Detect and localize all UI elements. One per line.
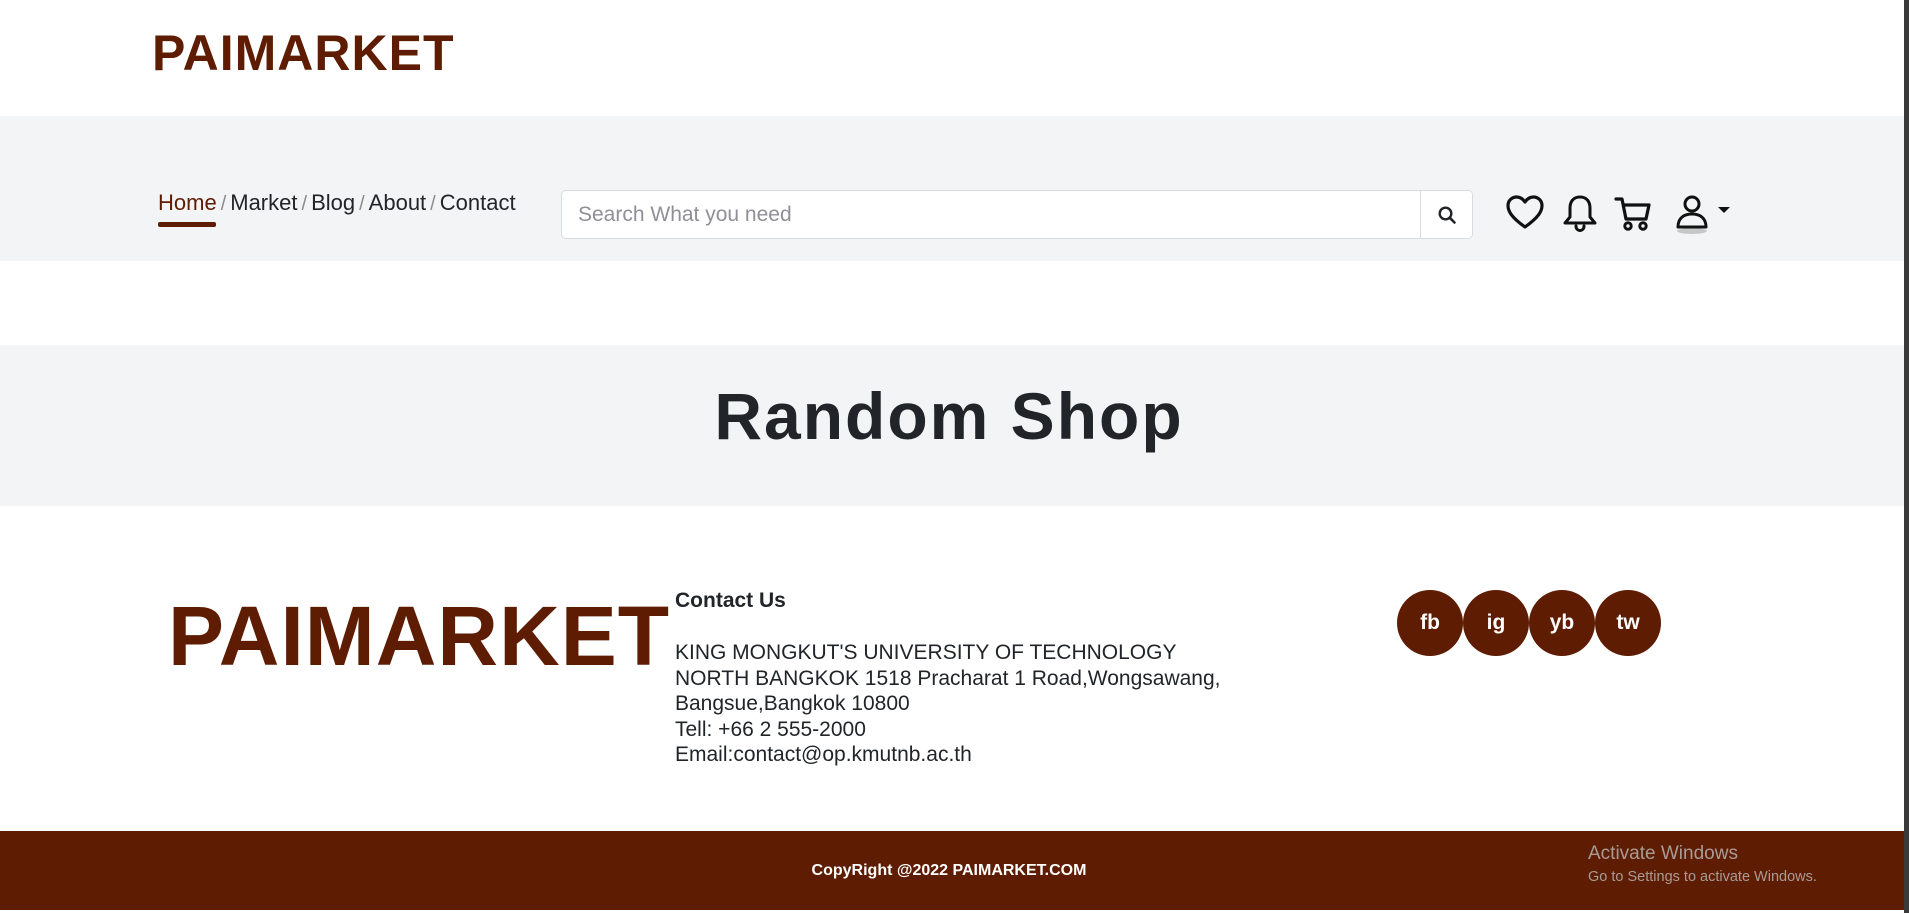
contact-heading: Contact Us bbox=[675, 589, 786, 612]
page: PAIMARKET Home / Market / Blog / About /… bbox=[0, 0, 1904, 913]
nav-separator: / bbox=[301, 193, 308, 215]
address-line: Bangsue,Bangkok 10800 bbox=[675, 692, 910, 715]
nav-separator: / bbox=[220, 193, 227, 215]
bell-icon bbox=[1563, 195, 1597, 233]
window-edge bbox=[1904, 0, 1909, 913]
nav-link-blog[interactable]: Blog bbox=[311, 190, 355, 216]
address-line: NORTH BANGKOK 1518 Pracharat 1 Road,Wong… bbox=[675, 666, 1221, 690]
user-menu-button[interactable] bbox=[1673, 193, 1731, 235]
cart-icon bbox=[1614, 197, 1651, 231]
windows-activation-title: Activate Windows bbox=[1588, 843, 1738, 864]
footer-logo: PAIMARKET bbox=[168, 589, 671, 683]
site-logo[interactable]: PAIMARKET bbox=[152, 28, 455, 78]
search-icon bbox=[1437, 205, 1456, 224]
nav-link-about[interactable]: About bbox=[369, 190, 427, 216]
nav-link-home[interactable]: Home bbox=[158, 190, 217, 227]
page-title: Random Shop bbox=[714, 379, 1184, 453]
user-icon bbox=[1676, 195, 1708, 234]
nav-link-contact[interactable]: Contact bbox=[440, 190, 516, 216]
facebook-button[interactable]: fb bbox=[1397, 590, 1463, 656]
search-input[interactable] bbox=[562, 191, 1420, 238]
main-nav: Home / Market / Blog / About / Contact bbox=[158, 190, 516, 227]
windows-activation-subtitle: Go to Settings to activate Windows. bbox=[1588, 869, 1817, 885]
cart-button[interactable] bbox=[1613, 193, 1653, 233]
wishlist-button[interactable] bbox=[1505, 193, 1545, 233]
social-links: fb ig yb tw bbox=[1397, 590, 1661, 656]
youtube-button[interactable]: yb bbox=[1529, 590, 1595, 656]
search-bar bbox=[561, 190, 1473, 239]
email-line: Email:contact@op.kmutnb.ac.th bbox=[675, 743, 972, 766]
nav-separator: / bbox=[359, 193, 365, 215]
address-line: KING MONGKUT'S UNIVERSITY OF TECHNOLOGY bbox=[675, 641, 1177, 664]
notifications-button[interactable] bbox=[1561, 193, 1599, 233]
contact-address: KING MONGKUT'S UNIVERSITY OF TECHNOLOGY … bbox=[675, 640, 1221, 768]
search-button[interactable] bbox=[1420, 191, 1472, 238]
caret-down-icon bbox=[1718, 207, 1730, 213]
phone-line: Tell: +66 2 555-2000 bbox=[675, 717, 866, 741]
nav-bar bbox=[0, 116, 1904, 261]
twitter-button[interactable]: tw bbox=[1595, 590, 1661, 656]
nav-link-market[interactable]: Market bbox=[230, 190, 297, 216]
nav-separator: / bbox=[430, 193, 436, 215]
instagram-button[interactable]: ig bbox=[1463, 590, 1529, 656]
heart-icon bbox=[1506, 195, 1544, 229]
